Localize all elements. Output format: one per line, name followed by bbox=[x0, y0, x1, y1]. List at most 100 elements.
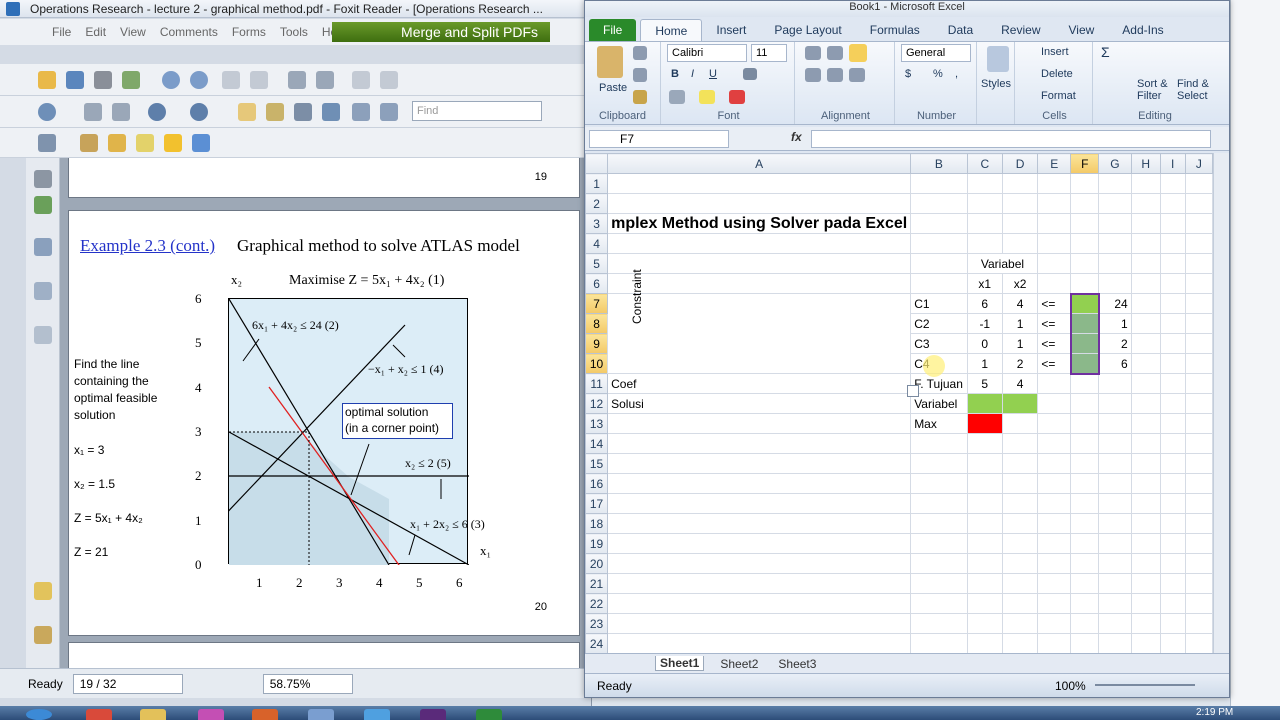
align-right-icon[interactable] bbox=[849, 68, 865, 82]
row-header[interactable]: 5 bbox=[585, 253, 609, 274]
col-header[interactable]: E bbox=[1037, 153, 1072, 174]
cell-c5[interactable]: Variabel bbox=[966, 253, 1039, 274]
cell-f7[interactable] bbox=[1069, 292, 1100, 314]
cell-b7[interactable]: C1 bbox=[910, 293, 968, 314]
row-header[interactable]: 4 bbox=[585, 233, 609, 254]
sort-filter-button[interactable]: Sort & Filter bbox=[1137, 78, 1173, 102]
cell-a3[interactable]: mplex Method using Solver pada Excel bbox=[607, 213, 912, 234]
font-name-select[interactable]: Calibri bbox=[667, 44, 747, 62]
hand-tool-icon[interactable] bbox=[238, 103, 256, 121]
cell-d8[interactable]: 1 bbox=[1001, 313, 1039, 334]
italic-icon[interactable]: I bbox=[691, 68, 694, 80]
paste-button[interactable]: Paste bbox=[599, 82, 627, 94]
col-header[interactable]: C bbox=[966, 153, 1003, 174]
cell-d6[interactable]: x2 bbox=[1001, 273, 1039, 294]
cell-f9[interactable] bbox=[1069, 333, 1100, 354]
row-header[interactable]: 20 bbox=[585, 553, 609, 574]
row-header[interactable]: 1 bbox=[585, 173, 609, 194]
row-header[interactable]: 21 bbox=[585, 573, 609, 594]
align-middle-icon[interactable] bbox=[827, 46, 843, 60]
format-button[interactable]: Format bbox=[1041, 90, 1076, 102]
tab-file[interactable]: File bbox=[589, 19, 637, 41]
cell-b9[interactable]: C3 bbox=[910, 333, 968, 354]
col-header[interactable]: I bbox=[1159, 153, 1186, 174]
delete-button[interactable]: Delete bbox=[1041, 68, 1073, 80]
row-header[interactable]: 23 bbox=[585, 613, 609, 634]
attachments-icon[interactable] bbox=[34, 326, 52, 344]
col-header[interactable]: B bbox=[910, 153, 968, 174]
page-number-input[interactable]: 19 / 32 bbox=[72, 673, 183, 694]
cell-c10[interactable]: 1 bbox=[966, 353, 1003, 374]
format-painter-icon[interactable] bbox=[633, 90, 647, 104]
ie-icon[interactable] bbox=[364, 709, 390, 720]
note-icon[interactable] bbox=[108, 134, 126, 152]
col-header[interactable]: A bbox=[607, 153, 912, 174]
explorer-icon[interactable] bbox=[140, 709, 166, 720]
prev-page-icon[interactable] bbox=[162, 71, 180, 89]
redo-icon[interactable] bbox=[380, 71, 398, 89]
cell-e8[interactable]: <= bbox=[1037, 313, 1072, 334]
tab-formulas[interactable]: Formulas bbox=[856, 19, 934, 41]
cell-g10[interactable]: 6 bbox=[1098, 353, 1132, 374]
formula-input[interactable] bbox=[811, 130, 1211, 148]
binoculars-icon[interactable] bbox=[322, 103, 340, 121]
percent-icon[interactable]: % bbox=[933, 68, 943, 80]
arrow-tool-icon[interactable] bbox=[192, 134, 210, 152]
snapshot-icon[interactable] bbox=[380, 103, 398, 121]
row-header[interactable]: 9 bbox=[585, 333, 609, 354]
zoom-out-icon[interactable] bbox=[148, 103, 166, 121]
paste-icon[interactable] bbox=[597, 46, 623, 78]
styles-icon[interactable] bbox=[987, 46, 1009, 72]
fx-icon[interactable]: fx bbox=[791, 130, 802, 144]
cell-a7[interactable]: Constraint bbox=[607, 269, 912, 374]
col-header[interactable]: G bbox=[1098, 153, 1132, 174]
cell-d7[interactable]: 4 bbox=[1001, 293, 1039, 314]
cell-g8[interactable]: 1 bbox=[1098, 313, 1132, 334]
bookmark-icon[interactable] bbox=[34, 196, 52, 214]
tab-page-layout[interactable]: Page Layout bbox=[760, 19, 855, 41]
fit-page-icon[interactable] bbox=[288, 71, 306, 89]
cell-d9[interactable]: 1 bbox=[1001, 333, 1039, 354]
number-format-select[interactable]: General bbox=[901, 44, 971, 62]
underline-icon[interactable]: U bbox=[709, 68, 717, 80]
start-icon[interactable] bbox=[26, 709, 52, 720]
collapse-icon[interactable] bbox=[34, 170, 52, 188]
menu-forms[interactable]: Forms bbox=[232, 25, 266, 39]
quick-analysis-icon[interactable] bbox=[907, 385, 919, 397]
next-page-icon[interactable] bbox=[190, 71, 208, 89]
powerpoint-icon[interactable] bbox=[252, 709, 278, 720]
cell-c8[interactable]: -1 bbox=[966, 313, 1003, 334]
merge-split-banner[interactable]: Merge and Split PDFs bbox=[332, 22, 550, 42]
excel-zoom[interactable]: 100% bbox=[1055, 679, 1086, 693]
sheet-tab-2[interactable]: Sheet2 bbox=[716, 657, 762, 671]
grow-font-icon[interactable] bbox=[743, 68, 757, 80]
app-icon[interactable] bbox=[198, 709, 224, 720]
zoom-icon[interactable] bbox=[38, 103, 56, 121]
cell-d10[interactable]: 2 bbox=[1001, 353, 1039, 374]
layers-icon[interactable] bbox=[34, 282, 52, 300]
tab-insert[interactable]: Insert bbox=[702, 19, 760, 41]
fill-color-icon[interactable] bbox=[699, 90, 715, 104]
cell-c6[interactable]: x1 bbox=[966, 273, 1003, 294]
col-header[interactable]: H bbox=[1130, 153, 1161, 174]
email-icon[interactable] bbox=[122, 71, 140, 89]
currency-icon[interactable]: $ bbox=[905, 68, 911, 80]
menu-file[interactable]: File bbox=[52, 25, 71, 39]
save-icon[interactable] bbox=[66, 71, 84, 89]
select-all[interactable] bbox=[585, 153, 609, 174]
cell-c12[interactable] bbox=[966, 393, 1003, 414]
styles-button[interactable]: Styles bbox=[981, 78, 1011, 90]
font-size-select[interactable]: 11 bbox=[751, 44, 787, 62]
col-header[interactable]: F bbox=[1070, 153, 1100, 174]
paperclip-icon[interactable] bbox=[34, 626, 52, 644]
comment-tool-icon[interactable] bbox=[38, 134, 56, 152]
cut-icon[interactable] bbox=[633, 46, 647, 60]
comma-icon[interactable]: , bbox=[955, 68, 958, 80]
tab-add-ins[interactable]: Add-Ins bbox=[1108, 19, 1177, 41]
vertical-scrollbar[interactable] bbox=[1213, 153, 1229, 653]
row-header[interactable]: 19 bbox=[585, 533, 609, 554]
cell-g7[interactable]: 24 bbox=[1098, 293, 1132, 314]
insert-button[interactable]: Insert bbox=[1041, 46, 1069, 58]
row-header[interactable]: 18 bbox=[585, 513, 609, 534]
row-header[interactable]: 3 bbox=[585, 213, 609, 234]
